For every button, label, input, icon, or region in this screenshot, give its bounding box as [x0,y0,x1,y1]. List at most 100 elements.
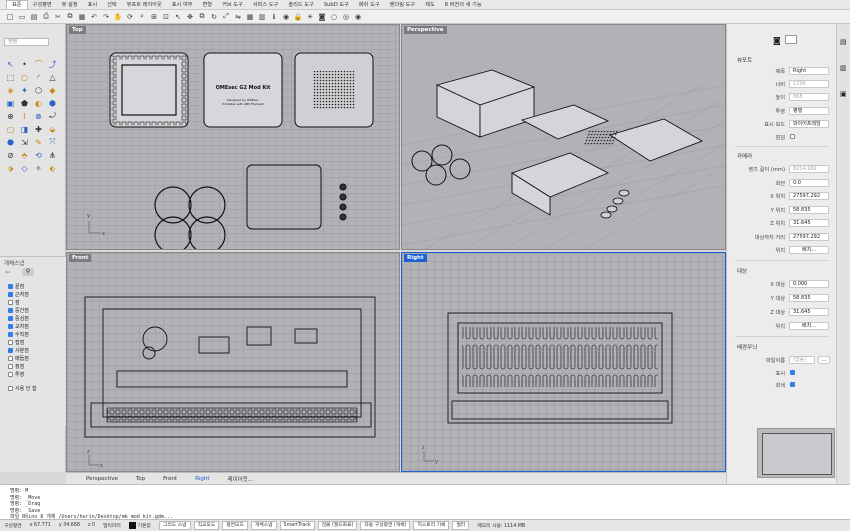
ribbon-tab[interactable]: 뷰 설정 [57,1,83,8]
tool-icon[interactable]: ▢ [4,123,17,135]
print-icon[interactable]: ⎙ [41,12,51,22]
tool-icon[interactable]: ⟲ [32,149,45,161]
tool-icon[interactable]: ◈ [4,84,17,96]
rotate-field[interactable]: 0.0 [789,179,829,187]
ribbon-tab[interactable]: 서피스 도구 [248,1,284,8]
viewport-label-right[interactable]: Right [404,254,427,262]
status-toggle[interactable]: 자동 구성평면 (개체) [360,521,411,530]
camera-icon[interactable]: ◙ [773,36,781,45]
osnap-item[interactable]: 정점 [8,363,24,370]
tool-icon[interactable]: ⤾ [46,110,59,122]
tool-icon[interactable]: ⬗ [4,162,17,174]
save-icon[interactable]: ▤ [29,12,39,22]
status-toggle[interactable]: 그리드 스냅 [158,521,191,530]
new-file-icon[interactable]: □ [5,12,15,22]
layers-tab-icon[interactable]: ▥ [840,64,847,72]
circle-icon[interactable]: ○ [329,12,339,22]
tool-icon[interactable]: ⊘ [4,149,17,161]
tool-icon[interactable]: ◆ [46,84,59,96]
zpos-field[interactable]: 31.645 [789,219,829,227]
status-toggle[interactable]: 필터 [452,521,470,530]
layer-indicator[interactable]: 기본값 [128,522,151,529]
disable-osnap[interactable]: 사용 안 함 [8,385,37,392]
zoom-window-icon[interactable]: ⊞ [149,12,159,22]
status-toggle[interactable]: 히스토리 기록 [413,521,450,530]
light-icon[interactable]: ☀ [305,12,315,22]
tool-icon[interactable]: ⬣ [4,136,17,148]
status-toggle[interactable]: 직교모드 [193,521,220,530]
tool-icon[interactable]: • [18,58,31,70]
osnap-checkbox[interactable] [8,364,13,369]
tool-icon[interactable]: ◐ [32,97,45,109]
viewport-right[interactable]: z y Right [401,252,726,472]
target-icon[interactable]: ◎ [341,12,351,22]
ztarget-field[interactable]: 31.645 [789,308,829,316]
ribbon-tab[interactable]: 제도 [420,1,440,8]
lock-icon[interactable]: 🔒 [293,12,303,22]
ytarget-field[interactable]: 58.835 [789,294,829,302]
paste-icon[interactable]: ▦ [77,12,87,22]
ribbon-tab[interactable]: 표준 [6,0,28,9]
tool-icon[interactable]: ⊗ [32,110,45,122]
navigator-thumbnail[interactable] [757,428,835,478]
osnap-checkbox[interactable] [8,348,13,353]
array-icon[interactable]: ▦ [245,12,255,22]
rotate-view-icon[interactable]: ⟳ [125,12,135,22]
osnap-checkbox[interactable] [8,284,13,289]
osnap-item[interactable]: 매듭점 [8,355,29,362]
osnap-item[interactable]: 사분점 [8,347,29,354]
osnap-checkbox[interactable] [8,324,13,329]
plane-label[interactable]: 구성평면 [4,522,22,529]
prev-icon[interactable]: ⇦ [5,269,10,276]
layer-icon[interactable]: ▥ [257,12,267,22]
units-label[interactable]: 밀리미터 [103,522,121,529]
tool-icon[interactable]: ⋔ [46,149,59,161]
tool-icon[interactable]: ✎ [32,136,45,148]
osnap-item[interactable]: 접점 [8,339,24,346]
move-icon[interactable]: ✥ [185,12,195,22]
tool-icon[interactable]: ⇲ [18,136,31,148]
copy-icon[interactable]: ⧉ [65,12,75,22]
eye-icon[interactable]: ◉ [353,12,363,22]
tool-icon[interactable]: ⤴ [46,58,59,70]
status-toggle[interactable]: 평면모드 [222,521,248,530]
tool-icon[interactable]: ⤧ [46,136,59,148]
properties-tab-icon[interactable]: ▤ [840,38,847,46]
viewport-label-front[interactable]: Front [69,254,92,262]
cut-icon[interactable]: ✂ [53,12,63,22]
osnap-checkbox[interactable] [8,356,13,361]
tool-icon[interactable]: ▣ [4,97,17,109]
camera-icon[interactable]: ◙ [317,12,327,22]
display-mode-select[interactable]: 와이어프레임 [789,120,829,128]
title-field[interactable]: Right [789,67,829,75]
osnap-item[interactable]: 중심점 [8,315,29,322]
rotate-icon[interactable]: ↻ [209,12,219,22]
filter-icon[interactable]: ⚲ [22,268,34,276]
copy-obj-icon[interactable]: ⧉ [197,12,207,22]
ribbon-tab[interactable]: 구성평면 [28,1,57,8]
distance-field[interactable]: 27597.292 [789,233,829,241]
status-toggle[interactable]: 개체스냅 [250,521,277,530]
viewport-tab[interactable]: Right [195,476,209,482]
osnap-item[interactable]: 근처점 [8,291,29,298]
lock-checkbox[interactable] [790,134,795,139]
osnap-checkbox[interactable] [8,340,13,345]
ribbon-tab[interactable]: 선택 [102,1,122,8]
xpos-field[interactable]: 27597.292 [789,192,829,200]
ypos-field[interactable]: 58.835 [789,206,829,214]
viewport-label-top[interactable]: Top [69,26,86,34]
viewport-tab[interactable]: Perspective [86,476,118,482]
tool-icon[interactable]: ⬢ [46,97,59,109]
render-icon[interactable]: ◉ [281,12,291,22]
tool-icon[interactable]: ⬙ [46,123,59,135]
viewport-label-perspective[interactable]: Perspective [404,26,447,34]
ribbon-tab[interactable]: 커브 도구 [217,1,248,8]
osnap-checkbox[interactable] [8,300,13,305]
ribbon-tab[interactable]: 뷰포트 레이아웃 [122,1,167,8]
status-toggle[interactable]: SmartTrack [279,521,315,530]
ribbon-tab[interactable]: SubD 도구 [319,1,354,8]
ribbon-tab[interactable]: 솔리드 도구 [283,1,319,8]
osnap-checkbox[interactable] [8,316,13,321]
ribbon-tab[interactable]: 메쉬 도구 [354,1,385,8]
osnap-checkbox[interactable] [8,292,13,297]
